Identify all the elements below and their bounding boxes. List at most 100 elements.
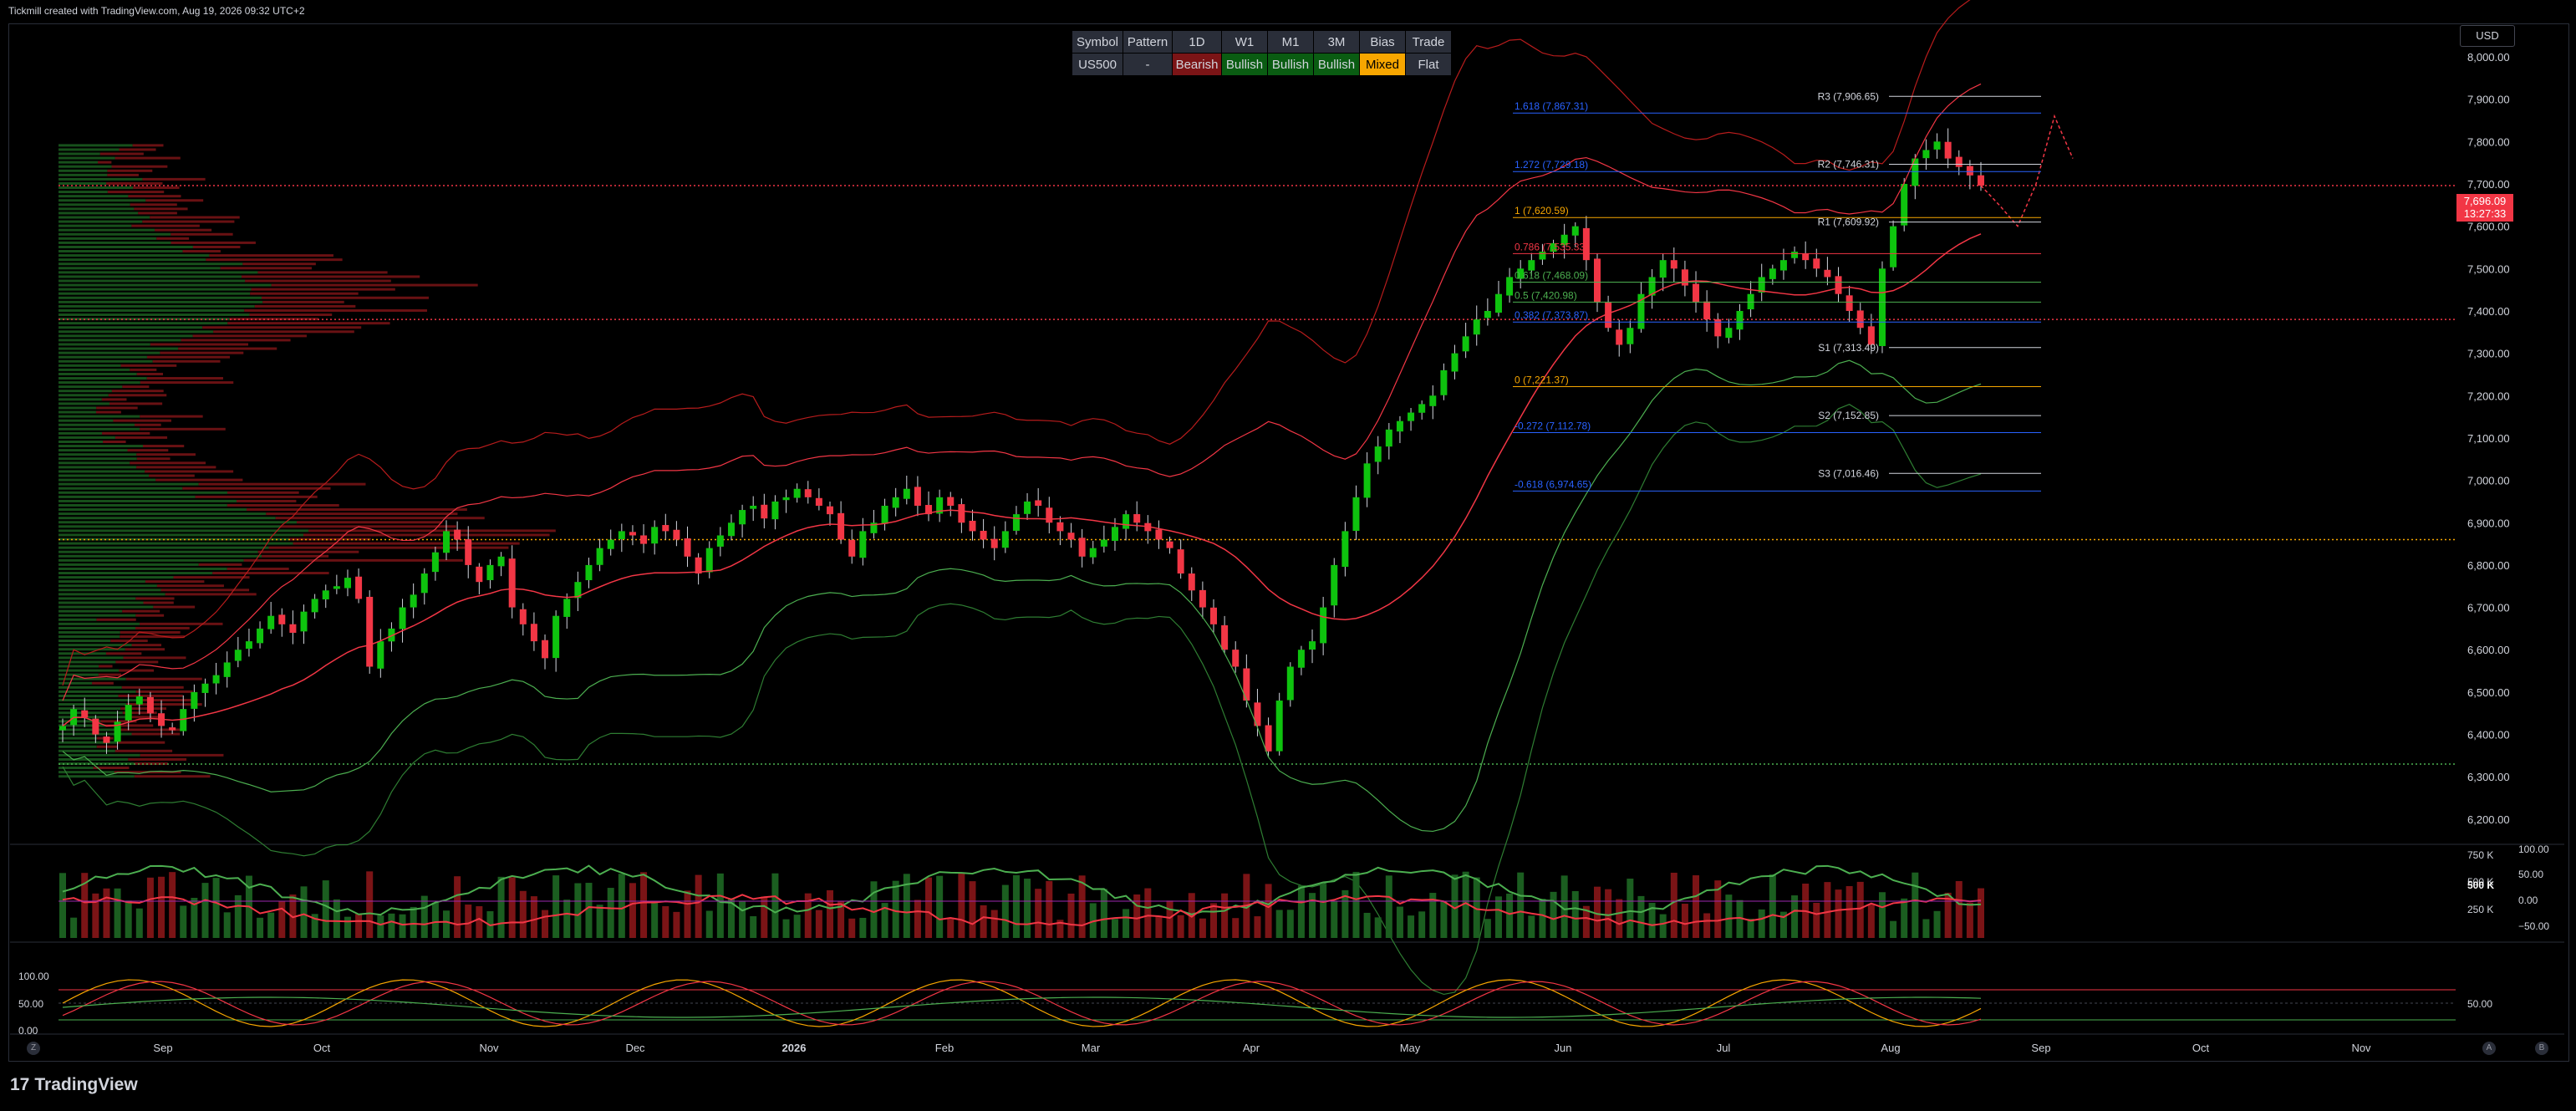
table-value-cell: Bullish xyxy=(1222,54,1268,76)
volume-profile-bar xyxy=(122,610,160,613)
time-axis-label: Jun xyxy=(1555,1042,1572,1054)
candle-body xyxy=(366,597,373,667)
candle-body xyxy=(1408,413,1414,421)
volume-profile-bar xyxy=(59,237,156,240)
volume-bar xyxy=(761,897,767,938)
volume-profile-bar xyxy=(227,568,289,570)
zoom-reset-button[interactable]: Z xyxy=(27,1042,40,1055)
volume-profile-bar xyxy=(59,775,135,777)
volume-profile-bar xyxy=(181,339,291,341)
candle-body xyxy=(1199,590,1206,608)
volume-profile-bar xyxy=(109,394,166,396)
volume-profile-bar xyxy=(59,555,262,558)
candle-body xyxy=(1791,252,1798,258)
volume-bar xyxy=(597,905,603,938)
volume-bar xyxy=(1013,875,1020,938)
volume-profile-bar xyxy=(59,500,237,502)
price-axis-label: 7,200.00 xyxy=(2467,390,2510,402)
volume-profile-bar xyxy=(244,309,427,312)
main-chart-svg[interactable]: 8,000.00 7,900.00 7,800.00 7,700.00 7,600.00… xyxy=(0,0,2576,1111)
volume-bar xyxy=(1846,886,1853,938)
candle-body xyxy=(1978,176,1984,186)
volume-profile-bar xyxy=(59,504,227,507)
volume-profile-bar xyxy=(59,199,145,201)
candle-body xyxy=(1320,608,1326,644)
auto-scale-button[interactable]: A xyxy=(2482,1042,2496,1055)
volume-profile-bar xyxy=(171,242,255,244)
log-scale-button[interactable]: B xyxy=(2535,1042,2548,1055)
volume-profile-bar xyxy=(59,360,153,363)
volume-profile-bar xyxy=(250,293,358,295)
candle-body xyxy=(1232,650,1239,666)
candle-body xyxy=(486,565,493,580)
volume-bar xyxy=(1703,913,1710,938)
volume-bar xyxy=(1813,903,1820,938)
candle-body xyxy=(1956,157,1963,167)
volume-bar xyxy=(947,919,954,938)
volume-profile-bar xyxy=(109,402,162,405)
volume-profile-bar xyxy=(119,148,155,150)
volume-profile-bar xyxy=(135,597,174,599)
volume-profile-bar xyxy=(135,424,161,426)
time-axis-label: Nov xyxy=(479,1042,499,1054)
candle-body xyxy=(1123,514,1129,528)
bar-countdown: 13:27:33 xyxy=(2456,207,2513,220)
volume-bar xyxy=(1320,884,1326,938)
volume-bar xyxy=(619,874,625,938)
candle-body xyxy=(597,548,603,565)
volume-profile-bar xyxy=(59,339,181,341)
candle-body xyxy=(794,489,801,498)
volume-profile-bar xyxy=(59,411,96,414)
candle-body xyxy=(673,530,680,540)
candle-body xyxy=(1221,625,1228,650)
volume-profile-bar xyxy=(136,453,196,456)
volume-profile-bar xyxy=(59,352,160,354)
volume-profile-bar xyxy=(59,246,193,248)
fib-level-label: 0.382 (7,373.87) xyxy=(1515,309,1588,321)
volume-profile-bar xyxy=(59,602,144,604)
volume-profile-bar xyxy=(59,293,250,295)
currency-button[interactable]: USD xyxy=(2460,25,2515,47)
volume-profile-bar xyxy=(112,390,164,392)
volume-profile-bar xyxy=(149,475,195,477)
volume-bar xyxy=(827,890,833,938)
volume-axis-label: 750 K xyxy=(2467,849,2493,861)
price-axis-label: 8,000.00 xyxy=(2467,51,2510,64)
volume-bar xyxy=(235,895,242,938)
volume-profile-bar xyxy=(59,445,143,447)
volume-profile-bar xyxy=(133,144,164,146)
volume-profile-bar xyxy=(206,258,342,261)
fib-level-label: 1.272 (7,729.18) xyxy=(1515,159,1588,171)
volume-profile-bar xyxy=(59,695,119,697)
candle-body xyxy=(837,513,844,540)
volume-profile-bar xyxy=(99,665,112,667)
volume-profile-bar xyxy=(135,775,211,777)
candle-body xyxy=(443,531,450,553)
volume-bar xyxy=(1967,903,1973,938)
candle-body xyxy=(125,705,132,721)
table-value-cell: Mixed xyxy=(1360,54,1406,76)
candle-body xyxy=(136,696,143,705)
candle-body xyxy=(914,487,921,506)
volume-bar xyxy=(563,900,570,938)
volume-bar xyxy=(454,876,461,938)
volume-profile-bar xyxy=(126,678,202,680)
candle-body xyxy=(1418,404,1425,412)
volume-bar xyxy=(574,883,581,938)
volume-bar xyxy=(1637,896,1644,938)
volume-bar xyxy=(509,877,516,938)
volume-profile-bar xyxy=(59,525,281,527)
volume-bar xyxy=(1178,915,1184,938)
candle-body xyxy=(739,510,746,524)
volume-profile-bar xyxy=(59,178,142,181)
volume-profile-bar xyxy=(59,305,255,308)
tradingview-logo[interactable]: 17 TradingView xyxy=(10,1075,138,1095)
volume-profile-bar xyxy=(202,326,361,329)
volume-bar xyxy=(552,875,559,938)
candle-body xyxy=(191,692,197,709)
fib-level-label: 0.5 (7,420.98) xyxy=(1515,289,1577,301)
volume-profile-bar xyxy=(137,457,171,460)
candle-body xyxy=(1780,260,1787,270)
last-price-value: 7,696.09 xyxy=(2456,195,2513,207)
oscillator-axis-label: 0.00 xyxy=(2518,894,2538,906)
